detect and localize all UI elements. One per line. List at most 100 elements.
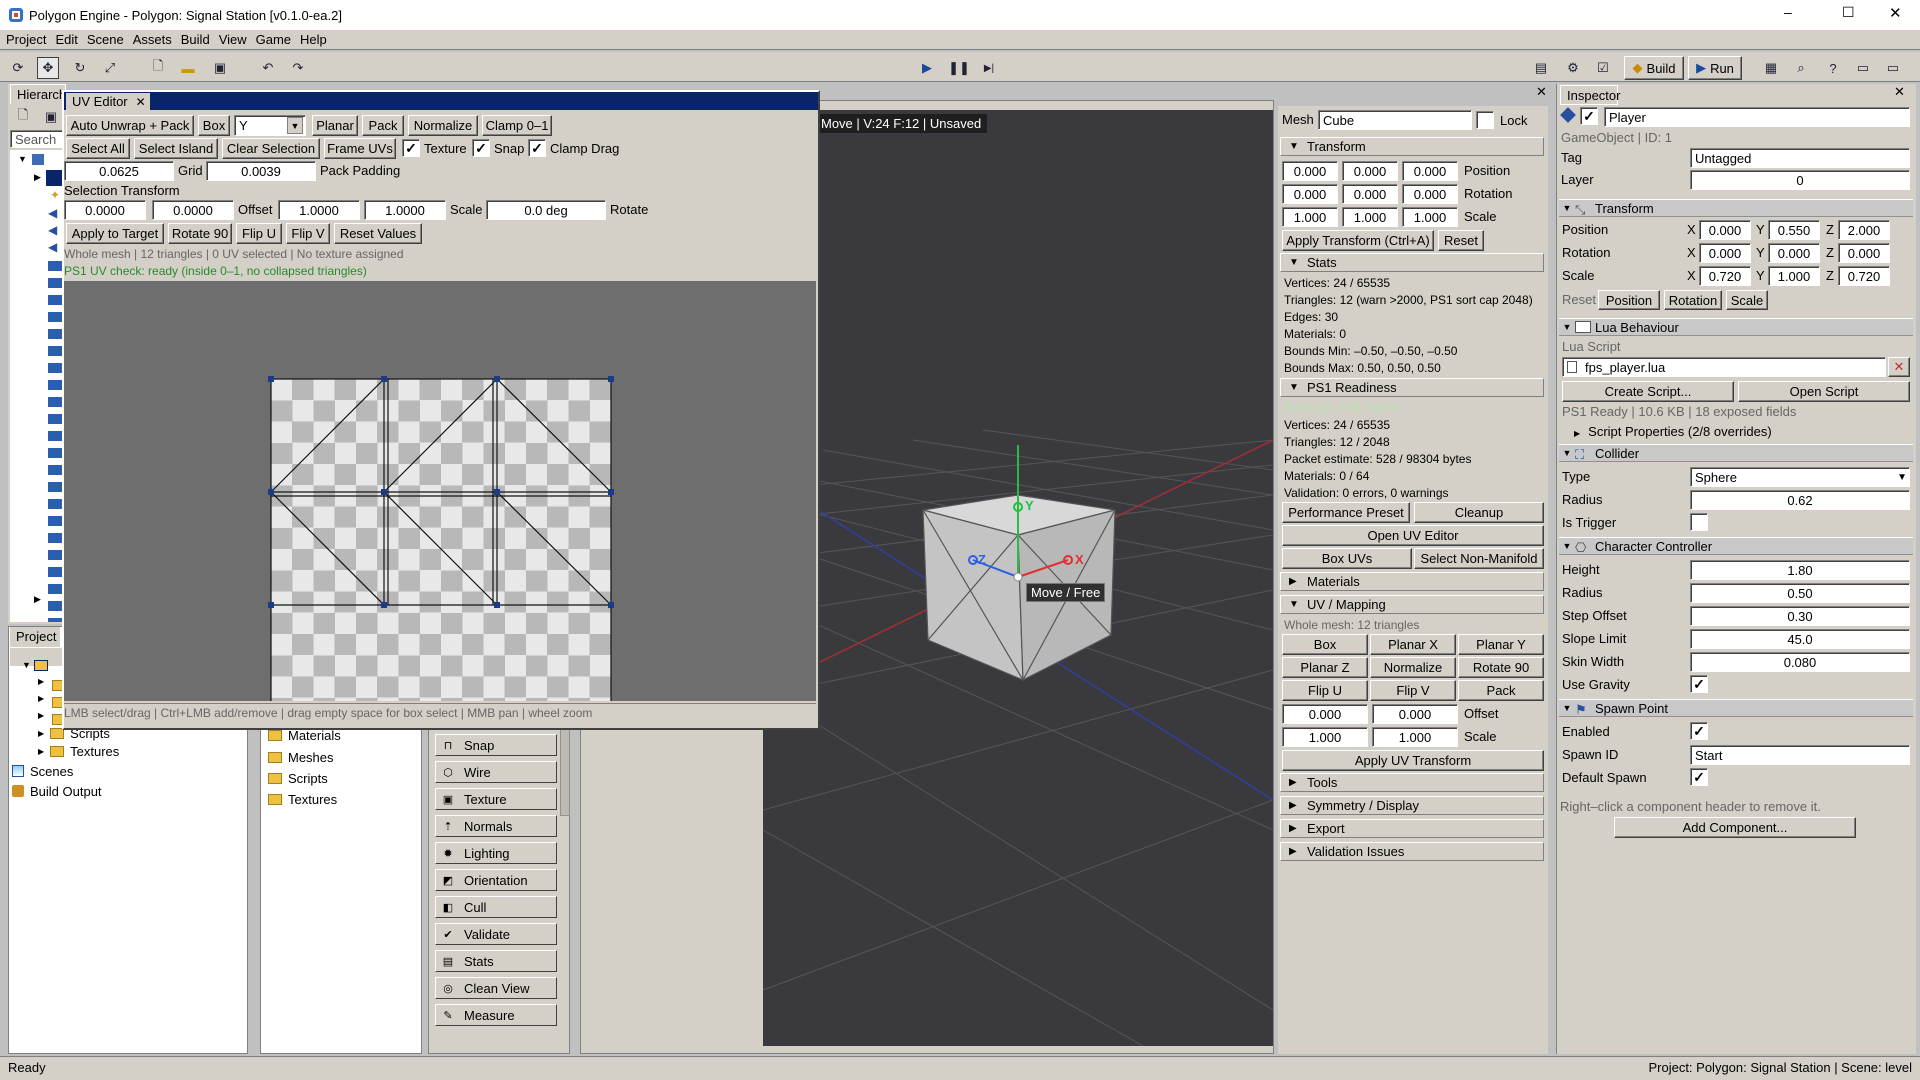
tree-item-scenes[interactable]: Scenes [12, 762, 73, 780]
build-button[interactable]: ◆ Build [1624, 56, 1684, 80]
tree-item-textures[interactable]: ▶ Textures [38, 742, 119, 760]
mesh-scale-z[interactable]: 1.000 [1402, 207, 1458, 227]
view-tool-snap[interactable]: ⊓ Snap [435, 734, 557, 756]
viewport-settings-icon[interactable]: ▤ [1530, 57, 1552, 79]
view-tool-texture[interactable]: ▣ Texture [435, 788, 557, 810]
uv-normalize-button[interactable]: Normalize [1370, 657, 1456, 678]
uv-scale-v-input[interactable]: 1.000 [1372, 727, 1458, 747]
collider-header[interactable]: ▼ ⛶ Collider [1559, 444, 1913, 462]
uv-rotate-90-button[interactable]: Rotate 90 [1458, 657, 1544, 678]
tree-expander-icon[interactable]: ▶ [34, 594, 41, 605]
position-x-input[interactable]: 0.000 [1699, 220, 1751, 240]
pack-padding-input[interactable]: 0.0039 [206, 161, 316, 181]
script-properties-expander[interactable]: ▶ Script Properties (2/8 overrides) [1574, 424, 1772, 442]
flip-v-button[interactable]: Flip V [286, 223, 330, 244]
view-tool-lighting[interactable]: ✹ Lighting [435, 842, 557, 864]
position-y-input[interactable]: 0.550 [1768, 220, 1820, 240]
hierarchy-tab[interactable]: Hierarchy [10, 84, 66, 104]
scale-tool-icon[interactable]: ⤢ [99, 57, 121, 79]
menu-game[interactable]: Game [256, 32, 291, 47]
mesh-pos-y[interactable]: 0.000 [1342, 161, 1398, 181]
select-island-button[interactable]: Select Island [134, 138, 218, 159]
view-tool-wire[interactable]: ⬡ Wire [435, 761, 557, 783]
mesh-rot-x[interactable]: 0.000 [1282, 184, 1338, 204]
normalize-button[interactable]: Normalize [408, 115, 478, 136]
object-name-input[interactable]: Player [1604, 107, 1910, 127]
close-window-button[interactable]: ✕ [1889, 4, 1902, 22]
reset-rotation-button[interactable]: Rotation [1664, 290, 1722, 310]
is-trigger-checkbox[interactable] [1690, 513, 1708, 531]
menu-view[interactable]: View [219, 32, 247, 47]
skin-width-input[interactable]: 0.080 [1690, 652, 1910, 672]
menu-scene[interactable]: Scene [87, 32, 124, 47]
collider-radius-input[interactable]: 0.62 [1690, 490, 1910, 510]
close-inspector-icon[interactable]: ✕ [1894, 84, 1905, 100]
inspector-tab[interactable]: Inspector [1560, 85, 1620, 105]
redo-icon[interactable]: ↷ [287, 57, 309, 79]
rotate-input[interactable]: 0.0 deg [486, 200, 606, 220]
rotation-z-input[interactable]: 0.000 [1838, 243, 1890, 263]
scale-u-input[interactable]: 1.0000 [278, 200, 360, 220]
uv-flip-v-button[interactable]: Flip V [1370, 680, 1456, 701]
rotation-x-input[interactable]: 0.000 [1699, 243, 1751, 263]
mesh-scale-y[interactable]: 1.000 [1342, 207, 1398, 227]
help-icon[interactable]: ? [1822, 57, 1844, 79]
close-scene-panel-icon[interactable]: ✕ [1536, 84, 1547, 100]
apply-transform-button[interactable]: Apply Transform (Ctrl+A) [1282, 230, 1434, 251]
window-icon[interactable]: ▭ [1882, 57, 1904, 79]
clamp-drag-checkbox[interactable]: ✓ [528, 139, 546, 157]
active-checkbox[interactable]: ✓ [1580, 107, 1598, 125]
search-icon[interactable]: ⌕ [1790, 57, 1812, 79]
collider-type-select[interactable]: Sphere ▼ [1690, 467, 1910, 487]
performance-preset-button[interactable]: Performance Preset [1282, 502, 1410, 523]
uv-offset-v-input[interactable]: 0.000 [1372, 704, 1458, 724]
tree-expander-icon[interactable]: ▼ [18, 154, 27, 164]
scale-v-input[interactable]: 1.0000 [364, 200, 446, 220]
grid-size-input[interactable]: 0.0625 [64, 161, 174, 181]
offset-v-input[interactable]: 0.0000 [152, 200, 234, 220]
enabled-checkbox[interactable]: ✓ [1690, 722, 1708, 740]
clear-script-button[interactable]: ✕ [1888, 357, 1910, 377]
materials-section-header[interactable]: ▶ Materials [1280, 572, 1544, 591]
uv-box-button[interactable]: Box [1282, 634, 1368, 655]
uv-planar-y-button[interactable]: Planar Y [1458, 634, 1544, 655]
scale-x-input[interactable]: 0.720 [1699, 266, 1751, 286]
uv-canvas[interactable] [64, 281, 816, 701]
tree-expander-icon[interactable]: ▶ [38, 711, 44, 720]
layout-icon[interactable]: ▦ [1760, 57, 1782, 79]
view-tool-validate[interactable]: ✔ Validate [435, 923, 557, 945]
spawn-id-input[interactable]: Start [1690, 745, 1910, 765]
checklist-icon[interactable]: ☑ [1592, 57, 1614, 79]
new-file-icon[interactable]: 🗋 [147, 57, 169, 79]
hierarchy-add-icon[interactable]: ▣ [40, 106, 62, 128]
reset-scale-button[interactable]: Scale [1726, 290, 1768, 310]
scale-y-input[interactable]: 1.000 [1768, 266, 1820, 286]
step-icon[interactable]: ▶| [978, 57, 1000, 79]
gear-icon[interactable]: ⚙ [1562, 57, 1584, 79]
uv-pack-button[interactable]: Pack [1458, 680, 1544, 701]
add-component-button[interactable]: Add Component... [1614, 817, 1856, 838]
open-folder-icon[interactable]: ▬ [177, 57, 199, 79]
stats-section-header[interactable]: ▼ Stats [1280, 253, 1544, 272]
scale-z-input[interactable]: 0.720 [1838, 266, 1890, 286]
box-uvs-button[interactable]: Box UVs [1282, 548, 1412, 569]
viewport-3d[interactable]: Y X Z Move / Free [763, 110, 1273, 1046]
pack-button[interactable]: Pack [362, 115, 404, 136]
uv-scale-u-input[interactable]: 1.000 [1282, 727, 1368, 747]
texture-checkbox[interactable]: ✓ [402, 139, 420, 157]
view-tool-stats[interactable]: ▤ Stats [435, 950, 557, 972]
layer-input[interactable]: 0 [1690, 170, 1910, 190]
snap-checkbox[interactable]: ✓ [472, 139, 490, 157]
undo-icon[interactable]: ↶ [257, 57, 279, 79]
uv-offset-u-input[interactable]: 0.000 [1282, 704, 1368, 724]
uv-flip-u-button[interactable]: Flip U [1282, 680, 1368, 701]
cc-radius-input[interactable]: 0.50 [1690, 583, 1910, 603]
clamp-button[interactable]: Clamp 0–1 [482, 115, 552, 136]
transform-section-header[interactable]: ▼ Transform [1280, 137, 1544, 156]
folder-item-textures[interactable]: Textures [268, 790, 337, 808]
move-tool-icon[interactable]: ✥ [37, 57, 59, 79]
run-button[interactable]: ▶ Run [1688, 56, 1742, 80]
box-project-button[interactable]: Box [198, 115, 230, 136]
folder-item-meshes[interactable]: Meshes [268, 748, 334, 766]
apply-to-target-button[interactable]: Apply to Target [66, 223, 164, 244]
